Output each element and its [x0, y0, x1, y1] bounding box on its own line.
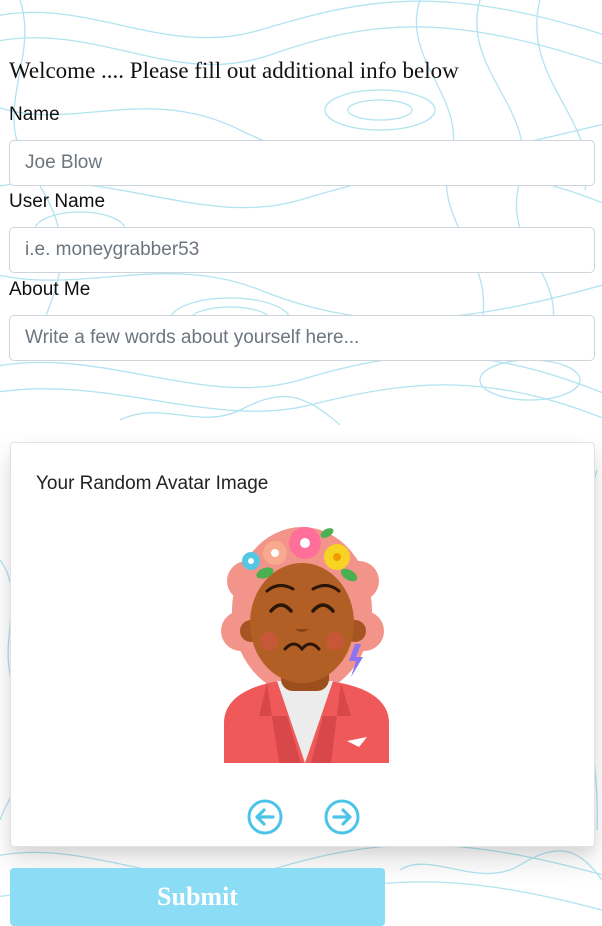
avatar-card-title: Your Random Avatar Image [36, 473, 269, 494]
arrow-right-circle-icon [324, 799, 360, 835]
name-input[interactable] [9, 140, 595, 186]
prev-avatar-button[interactable] [246, 798, 284, 836]
avatar-image [221, 527, 389, 763]
avatar-card: Your Random Avatar Image [10, 442, 595, 847]
username-label: User Name [9, 191, 106, 212]
about-me-label: About Me [9, 279, 91, 300]
name-label: Name [9, 104, 60, 125]
username-input[interactable] [9, 227, 595, 273]
submit-button[interactable]: Submit [10, 868, 385, 926]
about-me-input[interactable] [9, 315, 595, 361]
next-avatar-button[interactable] [323, 798, 361, 836]
arrow-left-circle-icon [247, 799, 283, 835]
welcome-heading: Welcome .... Please fill out additional … [9, 58, 459, 83]
